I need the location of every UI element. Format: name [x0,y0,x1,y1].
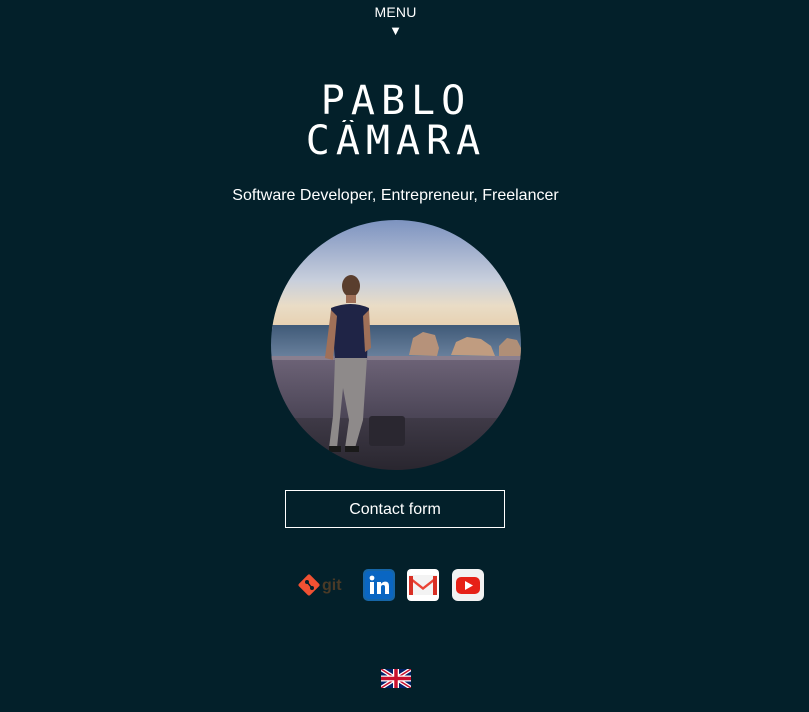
linkedin-link[interactable] [363,569,395,601]
avatar [271,220,521,470]
title-line1-text: PABLO [320,84,470,118]
title-line2-text: CÂMARA [305,120,486,160]
subtitle: Software Developer, Entrepreneur, Freela… [232,187,559,204]
title-line2: CÂMARA [305,120,486,160]
youtube-icon [452,569,484,601]
menu-arrow-icon: ▼ [389,23,402,38]
youtube-link[interactable] [452,569,484,601]
linkedin-icon [363,569,395,601]
git-link[interactable]: git [298,569,350,601]
uk-flag-icon [379,667,413,690]
git-icon: git [298,574,342,596]
language-flag[interactable] [379,667,413,690]
git-icon-text: git [322,577,342,594]
gmail-link[interactable] [407,569,439,601]
page-title: PABLO CÂMARA [0,84,791,160]
gmail-icon [407,569,439,601]
menu-label: MENU [374,4,417,20]
page: MENU ▼ PABLO CÂMARA Software Developer, … [0,0,809,712]
menu-toggle[interactable]: MENU ▼ [0,3,791,39]
title-line1: PABLO [320,84,470,118]
contact-form-button[interactable]: Contact form [285,490,505,528]
avatar-photo [271,220,521,470]
